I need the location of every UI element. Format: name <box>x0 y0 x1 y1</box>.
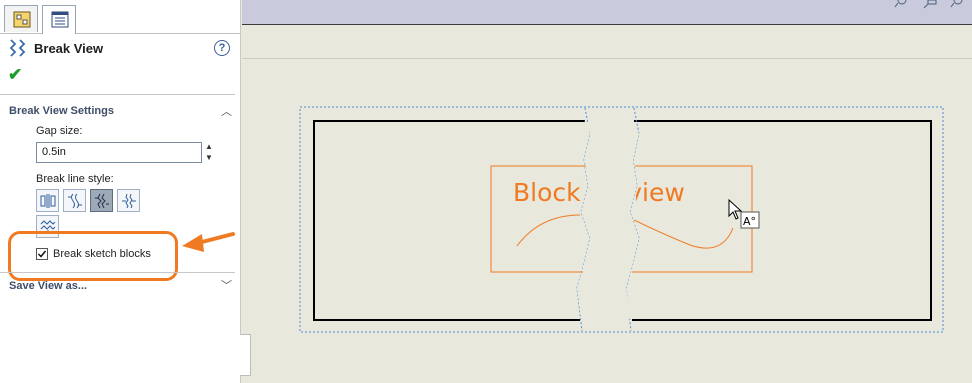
mouse-cursor-icon <box>728 198 743 220</box>
block-curve-left <box>516 214 581 247</box>
view-border-right <box>632 120 932 321</box>
drawing-canvas[interactable]: Blocking view Blocking view A° <box>0 0 972 383</box>
block-curve-right <box>633 219 734 249</box>
view-border-left <box>313 120 585 321</box>
cursor-annotation-text: A° <box>743 215 756 228</box>
callout-arrow-head <box>182 234 204 252</box>
callout-arrow <box>196 232 235 245</box>
